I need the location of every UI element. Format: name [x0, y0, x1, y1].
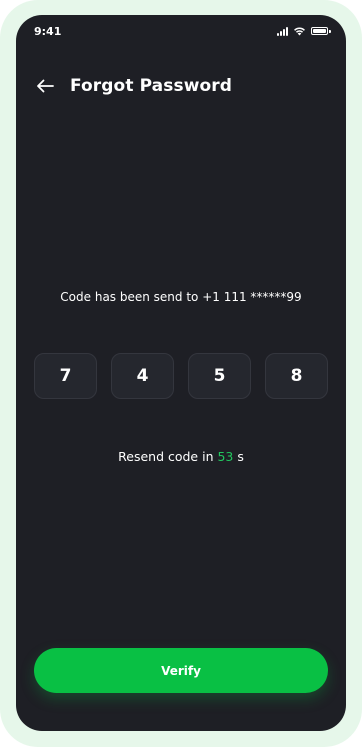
header: Forgot Password: [34, 75, 232, 97]
signal-icon: [277, 26, 288, 36]
status-time: 9:41: [34, 25, 62, 38]
resend-prefix: Resend code in: [118, 449, 218, 464]
status-bar: 9:41: [16, 15, 346, 51]
battery-icon: [311, 27, 331, 35]
arrow-left-icon: [37, 79, 54, 93]
resend-timer: Resend code in 53 s: [16, 449, 346, 464]
page-title: Forgot Password: [70, 76, 233, 96]
resend-suffix: s: [233, 449, 244, 464]
otp-digit-3[interactable]: 5: [188, 353, 251, 399]
otp-digit-2[interactable]: 4: [111, 353, 174, 399]
code-sent-message: Code has been send to +1 111 ******99: [60, 290, 302, 304]
app-screen: 9:41 Forgot Password Code has been send …: [16, 15, 346, 731]
otp-digit-4[interactable]: 8: [265, 353, 328, 399]
resend-countdown: 53: [217, 449, 234, 464]
status-icons: [277, 26, 331, 36]
verify-button[interactable]: Verify: [34, 648, 328, 693]
back-button[interactable]: [34, 75, 56, 97]
wifi-icon: [294, 27, 305, 36]
otp-input-row: 7 4 5 8: [34, 353, 328, 399]
phone-frame: 9:41 Forgot Password Code has been send …: [0, 0, 362, 747]
otp-digit-1[interactable]: 7: [34, 353, 97, 399]
